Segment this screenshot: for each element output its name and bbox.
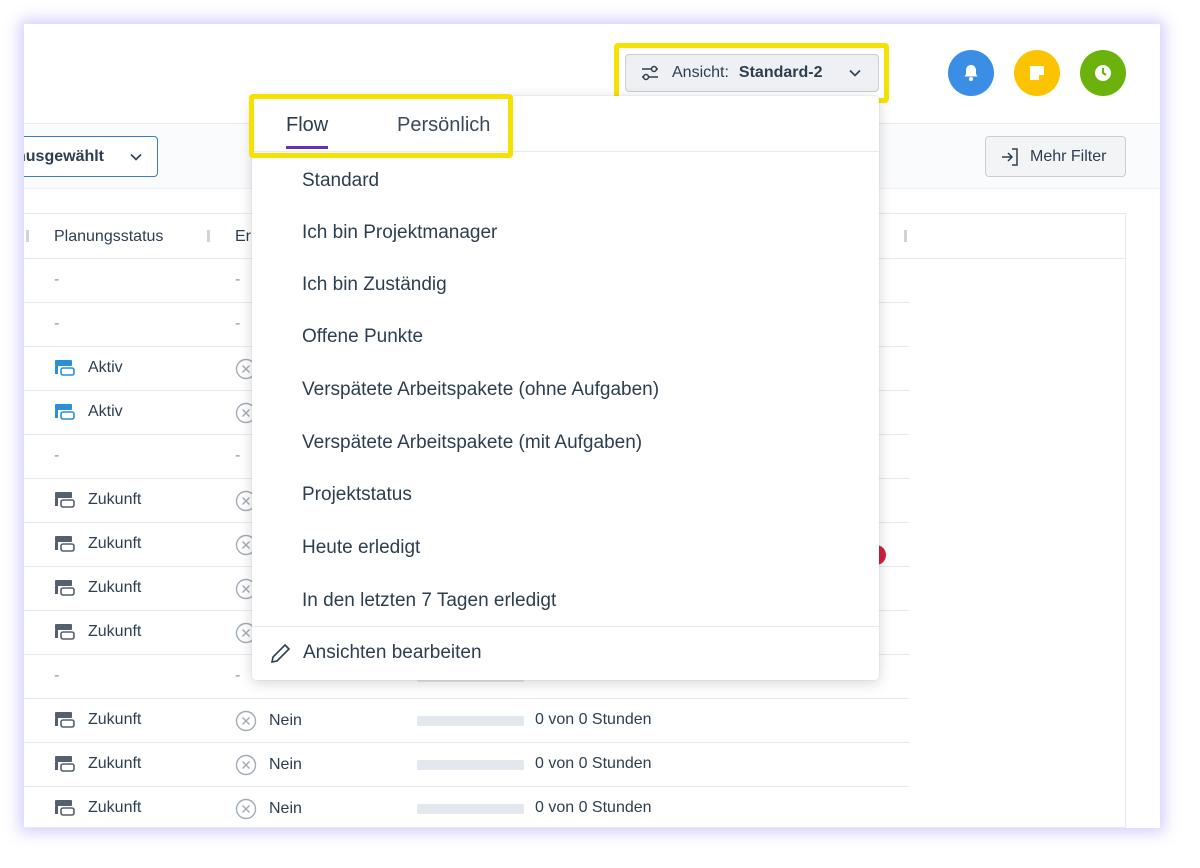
table-row[interactable]: Zukunft Nein 0 von 0 Stunden (24, 743, 909, 787)
progress-bar (417, 716, 524, 726)
status-text: Aktiv (88, 359, 123, 376)
highlight-view-selector (614, 43, 889, 103)
planning-status-cell: - (54, 271, 59, 289)
view-menu-item[interactable]: Standard (302, 170, 379, 192)
login-arrow-icon (1002, 147, 1018, 166)
planning-status-cell: Zukunft (54, 755, 141, 773)
planning-status-icon (55, 624, 75, 640)
column-header-planungsstatus[interactable]: Planungsstatus (54, 228, 163, 246)
status-text: Zukunft (88, 799, 142, 816)
planning-status-cell: Zukunft (54, 711, 141, 729)
table-row[interactable]: Zukunft Nein 0 von 0 Stunden (24, 787, 909, 828)
status-text: - (54, 271, 60, 288)
done-cell: - (235, 447, 240, 465)
x-circle-icon (235, 710, 257, 732)
planning-status-icon (55, 580, 75, 596)
view-menu-item[interactable]: Projektstatus (302, 484, 412, 506)
status-text: Aktiv (88, 403, 123, 420)
status-text: - (54, 315, 60, 332)
done-text: Nein (269, 756, 302, 773)
progress-bar (417, 804, 524, 814)
done-cell: Nein (235, 710, 302, 732)
clock-icon (1095, 65, 1111, 81)
selection-dropdown[interactable]: nusgewählt (24, 136, 158, 177)
done-cell: Nein (235, 798, 302, 820)
planning-status-icon (55, 800, 75, 816)
status-text: Zukunft (88, 579, 142, 596)
view-menu-item[interactable]: Verspätete Arbeitspakete (mit Aufgaben) (302, 432, 642, 454)
hours-text: 0 von 0 Stunden (535, 799, 652, 816)
selection-label: nusgewählt (24, 147, 105, 165)
sticky-note-icon (1030, 66, 1044, 80)
edit-views-label: Ansichten bearbeiten (303, 642, 482, 663)
table-row[interactable]: Zukunft Nein 0 von 0 Stunden (24, 699, 909, 743)
done-text: - (235, 667, 241, 684)
done-text: - (235, 447, 241, 464)
highlight-view-tabs (249, 94, 513, 158)
column-separator[interactable] (904, 230, 907, 242)
view-menu-item[interactable]: Ich bin Projektmanager (302, 222, 497, 244)
more-filter-label: Mehr Filter (1030, 147, 1107, 165)
status-text: - (54, 447, 60, 464)
planning-status-icon (55, 492, 75, 508)
planning-status-cell: - (54, 667, 59, 685)
status-text: Zukunft (88, 711, 142, 728)
planning-status-icon (55, 756, 75, 772)
edit-views-button[interactable]: Ansichten bearbeiten (270, 642, 482, 664)
chevron-down-icon (130, 153, 142, 161)
time-tracking-button[interactable] (1080, 50, 1126, 96)
progress-bar (417, 760, 524, 770)
hours-text: 0 von 0 Stunden (535, 711, 652, 728)
status-text: Zukunft (88, 491, 142, 508)
view-dropdown-menu: Flow Persönlich Standard Ich bin Projektm… (252, 96, 879, 680)
planning-status-cell: - (54, 315, 59, 333)
status-text: - (54, 667, 60, 684)
done-cell: - (235, 667, 240, 685)
column-separator[interactable] (207, 230, 210, 242)
done-text: Nein (269, 712, 302, 729)
planning-status-icon (55, 712, 75, 728)
view-menu-item[interactable]: Ich bin Zuständig (302, 274, 447, 296)
done-text: Nein (269, 800, 302, 817)
more-filter-button[interactable]: Mehr Filter (985, 136, 1126, 177)
planning-status-cell: Zukunft (54, 799, 141, 817)
x-circle-icon (235, 754, 257, 776)
done-text: - (235, 315, 241, 332)
planning-status-cell: - (54, 447, 59, 465)
planning-status-cell: Zukunft (54, 623, 141, 641)
view-menu-item[interactable]: Verspätete Arbeitspakete (ohne Aufgaben) (302, 379, 659, 401)
bell-icon (964, 65, 978, 81)
planning-status-cell: Aktiv (54, 359, 123, 377)
planning-status-icon (55, 360, 75, 376)
hours-text: 0 von 0 Stunden (535, 755, 652, 772)
view-menu-item[interactable]: In den letzten 7 Tagen erledigt (302, 590, 556, 612)
status-text: Zukunft (88, 755, 142, 772)
planning-status-icon (55, 536, 75, 552)
x-circle-icon (235, 798, 257, 820)
planning-status-icon (55, 404, 75, 420)
done-cell: - (235, 315, 240, 333)
pencil-icon (270, 643, 291, 664)
column-separator[interactable] (26, 230, 29, 242)
planning-status-cell: Zukunft (54, 491, 141, 509)
menu-divider (252, 626, 879, 627)
notifications-button[interactable] (948, 50, 994, 96)
status-text: Zukunft (88, 535, 142, 552)
done-cell: - (235, 271, 240, 289)
done-text: - (235, 271, 241, 288)
notes-button[interactable] (1014, 50, 1060, 96)
view-menu-item[interactable]: Offene Punkte (302, 326, 423, 348)
planning-status-cell: Zukunft (54, 535, 141, 553)
done-cell: Nein (235, 754, 302, 776)
planning-status-cell: Zukunft (54, 579, 141, 597)
status-text: Zukunft (88, 623, 142, 640)
view-menu-item[interactable]: Heute erledigt (302, 537, 420, 559)
planning-status-cell: Aktiv (54, 403, 123, 421)
